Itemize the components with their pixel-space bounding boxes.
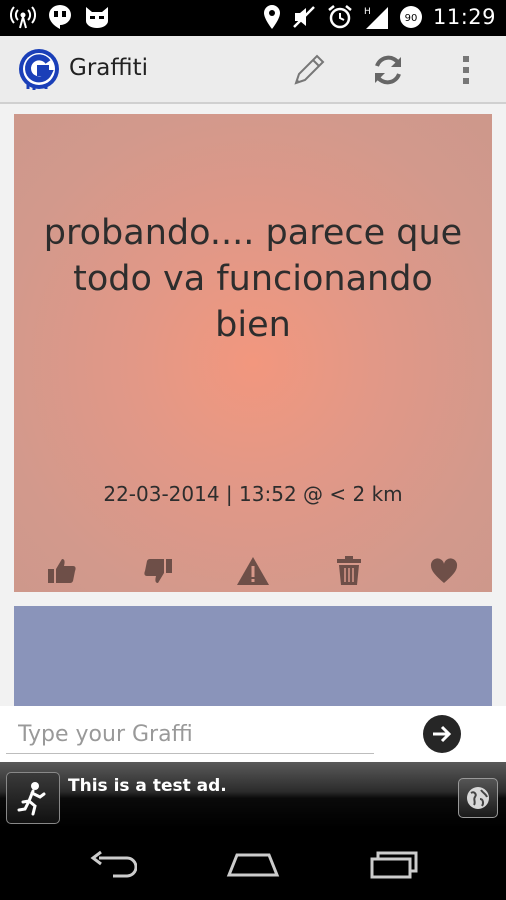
thumbs-up-icon[interactable] [45,554,79,588]
heart-icon[interactable] [427,554,461,588]
hangouts-icon [48,4,72,30]
mute-icon [291,4,317,30]
battery-icon: 90 [399,4,423,30]
navigation-bar [0,828,506,900]
battery-level: 90 [405,13,418,24]
ad-banner[interactable]: This is a test ad. [0,762,506,828]
globe-icon[interactable] [458,778,498,818]
refresh-icon[interactable] [368,50,408,90]
back-icon[interactable] [82,846,142,882]
graffiti-input[interactable] [6,716,374,754]
status-bar: H 90 11:29 [0,0,506,36]
graffiti-card[interactable]: probando.... parece que todo va funciona… [14,114,492,592]
thumbs-down-icon[interactable] [141,554,175,588]
graffiti-message: probando.... parece que todo va funciona… [43,213,463,345]
graffiti-meta: 22-03-2014 | 13:52 @ < 2 km [103,482,403,506]
compose-bar [0,706,506,762]
location-icon [263,4,281,30]
recent-apps-icon[interactable] [364,846,424,882]
action-bar: Graffiti [0,36,506,104]
send-button[interactable] [423,715,461,753]
wireless-tower-icon [10,5,36,29]
signal-icon: H [363,4,389,30]
graffiti-logo-icon[interactable] [18,48,60,90]
pencil-icon[interactable] [289,50,329,90]
running-man-icon [6,772,60,824]
app-title: Graffiti [69,55,149,81]
arrow-right-icon [433,725,452,743]
warning-icon[interactable] [236,554,270,588]
graffiti-actions [14,554,492,588]
cyanogen-cat-icon [84,5,110,29]
ad-text: This is a test ad. [68,776,227,796]
svg-text:H: H [364,7,371,17]
graffiti-card-next[interactable] [14,606,492,706]
alarm-icon [327,4,353,30]
home-icon[interactable] [223,846,283,882]
clock: 11:29 [432,5,496,29]
trash-icon[interactable] [332,554,366,588]
overflow-menu-icon[interactable] [446,50,486,90]
